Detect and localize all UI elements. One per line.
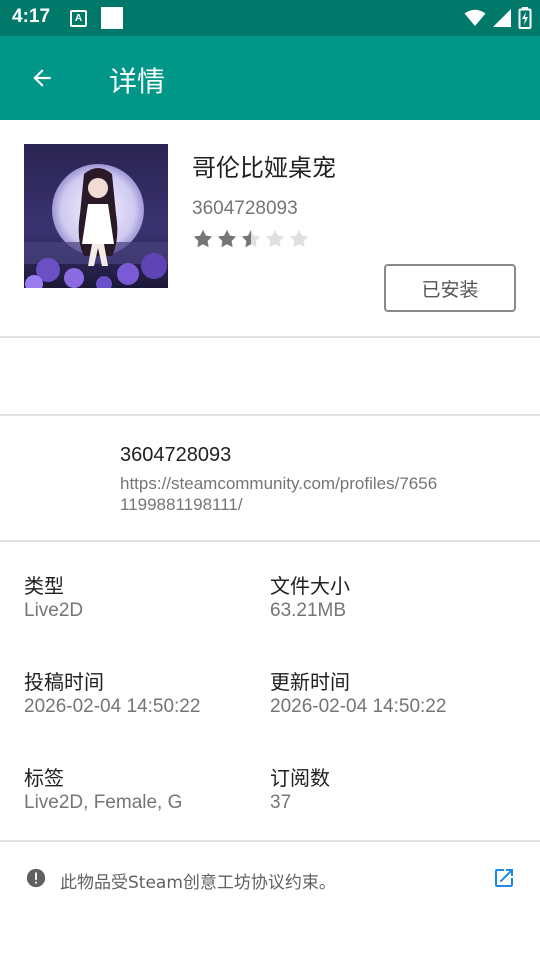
posted-time-value: 2026-02-04 14:50:22: [24, 696, 201, 717]
file-size-label: 文件大小: [270, 574, 350, 598]
author-url[interactable]: https://steamcommunity.com/profiles/7656…: [120, 473, 440, 515]
thumbnail-image: [24, 144, 168, 288]
wifi-icon: [464, 9, 486, 26]
open-in-new-icon[interactable]: [492, 866, 516, 890]
star-empty-icon: [265, 229, 285, 248]
subscriptions-label: 订阅数: [270, 766, 330, 790]
file-size-value: 63.21MB: [270, 600, 347, 621]
divider: [0, 540, 540, 542]
rating-stars: [192, 228, 310, 250]
posted-time-label: 投稿时间: [24, 670, 104, 694]
app-bar: 详情: [0, 36, 540, 120]
item-header: 哥伦比娅桌宠 3604728093 已安装: [0, 120, 540, 337]
type-label: 类型: [24, 574, 64, 598]
author-name: 3604728093: [120, 444, 232, 466]
item-thumbnail[interactable]: [24, 144, 168, 288]
notice-text: 此物品受Steam创意工坊协议约束。: [60, 873, 336, 893]
status-time: 4:17: [12, 6, 51, 27]
arrow-back-icon: [33, 69, 51, 87]
divider: [0, 336, 540, 338]
page-title: 详情: [109, 65, 166, 98]
notification-a-icon: A: [70, 10, 87, 27]
updated-time-value: 2026-02-04 14:50:22: [270, 696, 447, 717]
signal-icon: [493, 9, 511, 27]
updated-time-label: 更新时间: [270, 670, 350, 694]
type-value: Live2D: [24, 600, 84, 621]
divider: [0, 840, 540, 842]
status-bar: 4:17 A: [0, 0, 540, 36]
subscriptions-value: 37: [270, 792, 292, 813]
item-title: 哥伦比娅桌宠: [192, 154, 336, 182]
tags-value: Live2D, Female, G: [24, 792, 183, 813]
battery-charging-icon: [518, 7, 532, 29]
star-empty-icon: [289, 229, 309, 248]
star-icon: [217, 229, 237, 248]
divider: [0, 414, 540, 416]
installed-button[interactable]: 已安装: [384, 264, 516, 312]
notification-square-icon: [101, 7, 123, 29]
status-icons: [464, 7, 532, 29]
tags-label: 标签: [24, 766, 64, 790]
item-id: 3604728093: [192, 198, 298, 219]
star-half-icon: [241, 229, 261, 248]
star-icon: [193, 229, 213, 248]
alert-circle-icon: [26, 868, 46, 888]
back-button[interactable]: [22, 58, 62, 98]
